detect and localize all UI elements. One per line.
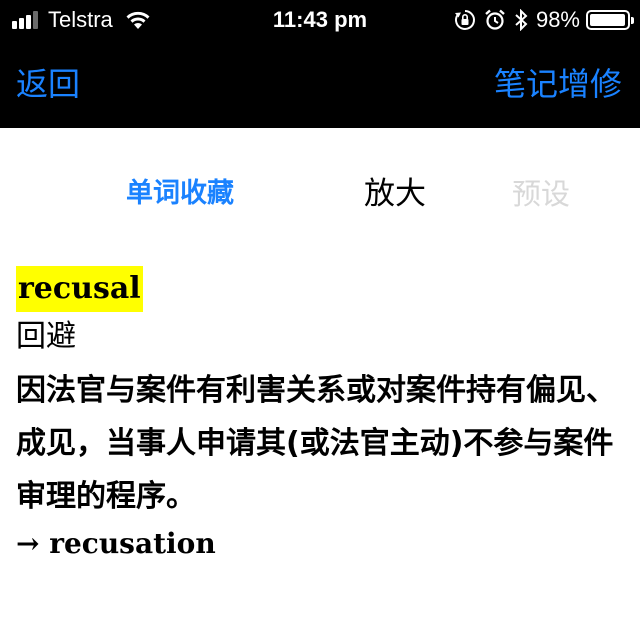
status-right: 98%	[454, 6, 634, 34]
back-button[interactable]: 返回	[16, 62, 80, 106]
notes-edit-button[interactable]: 笔记增修	[494, 62, 622, 106]
battery-percent: 98%	[535, 7, 580, 32]
alarm-icon	[484, 9, 506, 31]
tab-word-favorites[interactable]: 单词收藏	[126, 172, 234, 216]
tab-zoom[interactable]: 放大	[364, 172, 426, 216]
definition: 因法官与案件有利害关系或对案件持有偏见、成见，当事人申请其(或法官主动)不参与案…	[16, 373, 616, 514]
headword: recusal	[16, 266, 143, 312]
cross-reference-link[interactable]: → recusation	[16, 523, 628, 565]
translation: 回避	[16, 319, 76, 354]
battery-icon	[586, 10, 634, 30]
orientation-lock-icon	[454, 9, 476, 31]
segment-tabs: 单词收藏 放大 预设	[0, 128, 640, 238]
battery-level	[590, 14, 625, 26]
dictionary-entry: recusal 回避 因法官与案件有利害关系或对案件持有偏见、成见，当事人申请其…	[16, 266, 628, 565]
tab-preset[interactable]: 预设	[512, 172, 570, 216]
navigation-bar: 返回 笔记增修	[0, 40, 640, 128]
status-bar: Telstra 11:43 pm 98%	[0, 0, 640, 40]
bluetooth-icon	[514, 9, 528, 31]
